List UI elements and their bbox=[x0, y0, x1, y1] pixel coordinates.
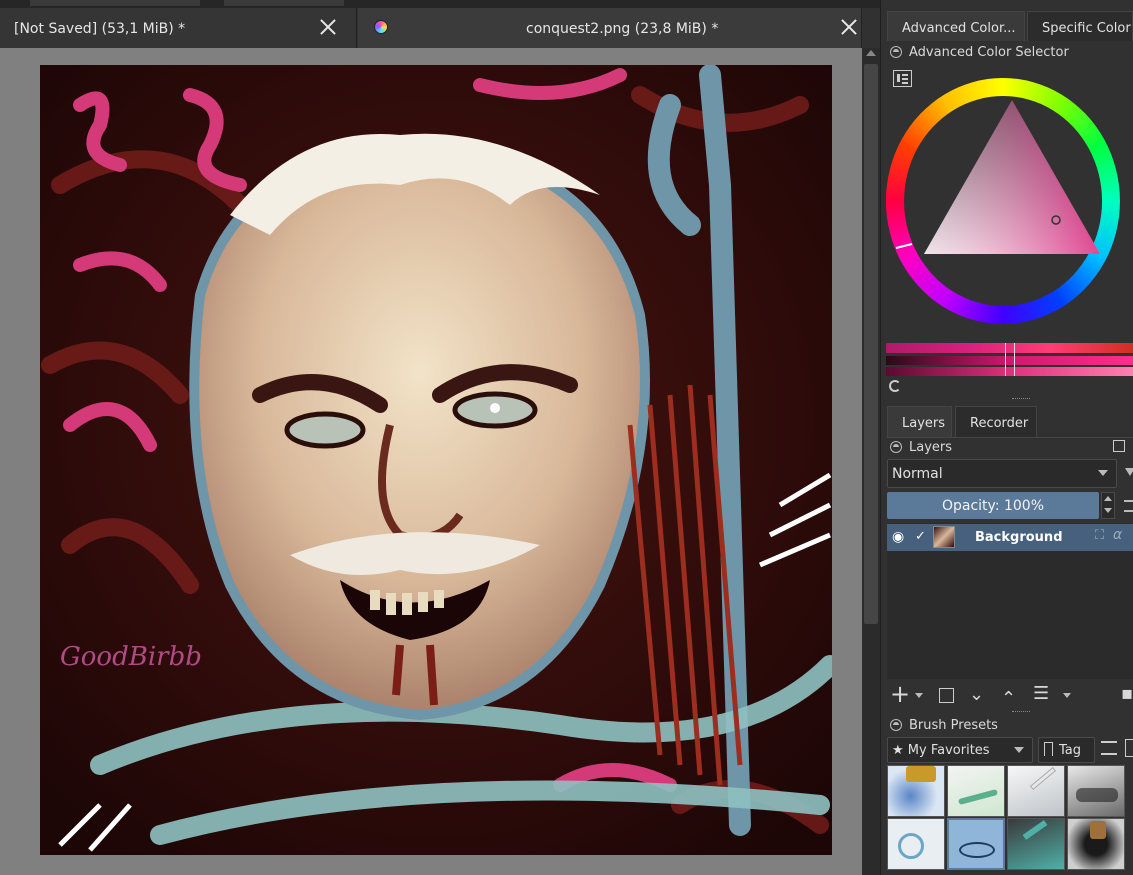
add-icon[interactable]: + bbox=[890, 682, 910, 706]
scrollbar-thumb[interactable] bbox=[864, 64, 878, 624]
pen-icon bbox=[1029, 766, 1057, 791]
brush-preset-1[interactable] bbox=[887, 765, 945, 817]
tag-button[interactable]: Tag bbox=[1038, 737, 1095, 763]
brush-preset-5[interactable] bbox=[887, 818, 945, 870]
layers-title: Layers bbox=[909, 440, 953, 455]
docker-title-icon bbox=[890, 441, 902, 453]
brush-preset-4[interactable] bbox=[1067, 765, 1125, 817]
brush-preset-7[interactable] bbox=[1007, 818, 1065, 870]
alpha-lock-icon[interactable]: α bbox=[1113, 527, 1122, 543]
tab-advanced-color[interactable]: Advanced Color... bbox=[887, 11, 1025, 41]
tag-filter-select[interactable]: ★ My Favorites bbox=[887, 737, 1033, 763]
divider bbox=[886, 437, 1133, 438]
color-wheel[interactable] bbox=[886, 78, 1120, 324]
checkbox-icon[interactable]: ✓ bbox=[915, 529, 926, 544]
spin-down-icon[interactable] bbox=[1104, 508, 1112, 513]
brush-preset-3[interactable] bbox=[1007, 765, 1065, 817]
document-tab-conquest2[interactable]: conquest2.png (23,8 MiB) * bbox=[358, 8, 862, 48]
tab-recorder[interactable]: Recorder bbox=[955, 406, 1037, 437]
move-up-icon[interactable]: ⌃ bbox=[1001, 689, 1016, 709]
tab-label: Advanced Color... bbox=[902, 21, 1016, 36]
layer-toolbar: + ⌄ ⌃ ☰ ▪ bbox=[887, 682, 1133, 709]
splitter-handle[interactable] bbox=[1012, 398, 1030, 401]
opacity-slider[interactable]: Opacity: 100% bbox=[887, 492, 1099, 519]
chevron-down-icon[interactable] bbox=[1063, 693, 1071, 698]
float-docker-icon[interactable] bbox=[1113, 440, 1125, 452]
tag-button-label: Tag bbox=[1059, 743, 1082, 758]
tab-specific-color[interactable]: Specific Color ... bbox=[1027, 11, 1133, 41]
toolbar-segment bbox=[224, 0, 344, 6]
tab-label: conquest2.png (23,8 MiB) * bbox=[526, 21, 719, 37]
opacity-spinbox[interactable] bbox=[1101, 492, 1115, 519]
eye-icon[interactable]: ◉ bbox=[892, 529, 904, 545]
close-icon[interactable] bbox=[317, 16, 339, 38]
brush-stroke-icon bbox=[957, 788, 999, 806]
splitter-handle[interactable] bbox=[1012, 711, 1030, 714]
search-icon[interactable] bbox=[1125, 739, 1133, 757]
chevron-down-icon bbox=[1098, 470, 1108, 476]
advanced-color-selector-title: Advanced Color Selector bbox=[909, 45, 1069, 60]
chevron-down-icon bbox=[1014, 747, 1024, 753]
painting-svg: GoodBirbb bbox=[40, 65, 832, 855]
shape-brush-icon bbox=[898, 833, 924, 859]
scroll-up-icon[interactable] bbox=[866, 50, 876, 56]
layer-row-background[interactable]: ◉ ✓ Background ⛶ α bbox=[887, 524, 1133, 551]
duplicate-icon[interactable] bbox=[939, 688, 954, 703]
docker-title-icon bbox=[890, 46, 902, 58]
tab-label: Layers bbox=[902, 416, 946, 431]
blend-mode-value: Normal bbox=[892, 466, 943, 482]
charcoal-icon bbox=[1076, 788, 1118, 802]
brush-preset-6-selected[interactable] bbox=[947, 818, 1005, 870]
tab-label: [Not Saved] (53,1 MiB) * bbox=[14, 21, 186, 37]
toolbar-segment bbox=[30, 0, 200, 6]
brush-tip-icon bbox=[906, 766, 936, 782]
color-wheel-svg bbox=[886, 78, 1120, 324]
tab-label: Recorder bbox=[970, 416, 1029, 431]
brush-preset-2[interactable] bbox=[947, 765, 1005, 817]
menu-icon[interactable] bbox=[1124, 500, 1133, 512]
layer-name: Background bbox=[975, 530, 1063, 545]
tab-layers[interactable]: Layers bbox=[887, 406, 952, 437]
spin-up-icon[interactable] bbox=[1104, 496, 1112, 501]
artwork-painting[interactable]: GoodBirbb bbox=[40, 65, 832, 855]
move-down-icon[interactable]: ⌄ bbox=[969, 685, 984, 705]
filter-icon[interactable] bbox=[1125, 468, 1133, 476]
opacity-label: Opacity: 100% bbox=[941, 498, 1045, 514]
close-icon[interactable] bbox=[838, 16, 860, 38]
tag-filter-value: My Favorites bbox=[907, 743, 990, 758]
properties-icon[interactable]: ☰ bbox=[1033, 684, 1049, 704]
delete-icon[interactable]: ▪ bbox=[1121, 684, 1133, 704]
krita-document-icon bbox=[374, 20, 388, 34]
blend-mode-select[interactable]: Normal bbox=[887, 459, 1117, 488]
star-icon: ★ bbox=[892, 743, 904, 758]
brush-preset-8[interactable] bbox=[1067, 818, 1125, 870]
artist-signature: GoodBirbb bbox=[60, 642, 202, 672]
stamp-icon bbox=[1090, 821, 1106, 839]
bookmark-icon bbox=[1044, 742, 1053, 756]
document-tab-not-saved[interactable]: [Not Saved] (53,1 MiB) * bbox=[0, 8, 357, 48]
slider-handle[interactable] bbox=[1005, 343, 1015, 376]
chevron-down-icon[interactable] bbox=[915, 693, 923, 698]
list-view-icon[interactable] bbox=[1101, 741, 1117, 755]
ink-brush-icon bbox=[959, 842, 995, 858]
docker-title-icon bbox=[890, 719, 902, 731]
layer-thumbnail bbox=[933, 526, 955, 548]
lock-icon[interactable]: ⛶ bbox=[1095, 528, 1104, 543]
brush-presets-title: Brush Presets bbox=[909, 718, 998, 733]
refresh-icon[interactable] bbox=[889, 380, 901, 392]
marker-icon bbox=[1022, 820, 1048, 840]
tab-label: Specific Color ... bbox=[1042, 21, 1132, 36]
